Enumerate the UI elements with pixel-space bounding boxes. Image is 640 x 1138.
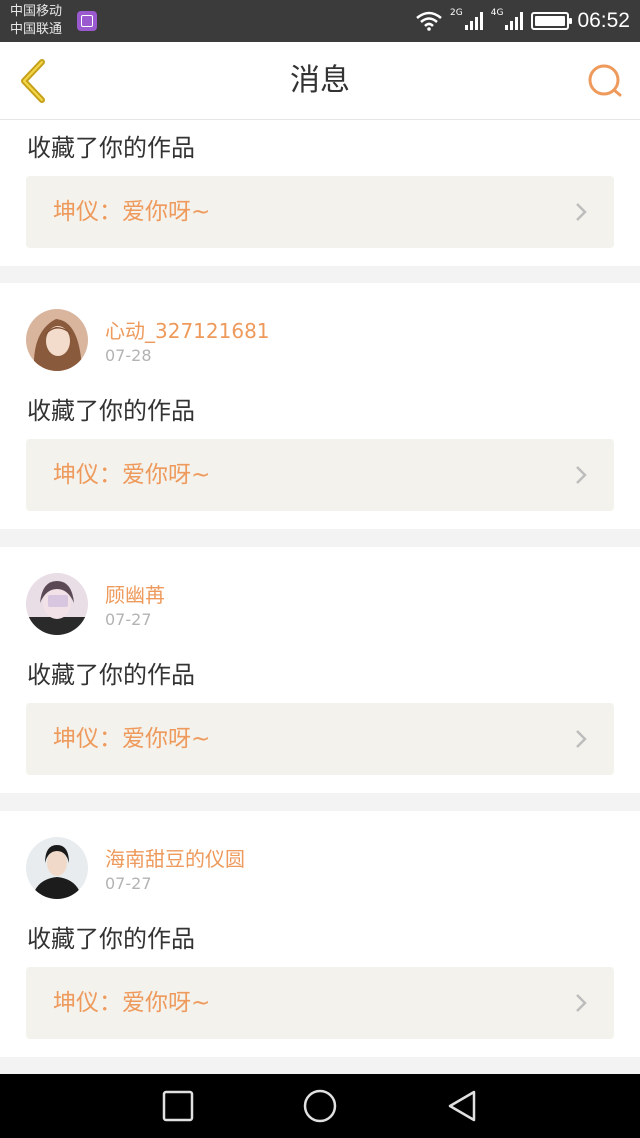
quoted-work[interactable]: 坤仪：爱你呀~ — [26, 439, 614, 511]
message-list[interactable]: 收藏了你的作品 坤仪：爱你呀~ 心动_327121681 07-28 收藏了你的… — [0, 120, 640, 1074]
quoted-work-text: 坤仪：爱你呀~ — [53, 199, 211, 225]
carrier-labels: 中国移动 中国联通 — [10, 3, 62, 39]
carrier-1: 中国移动 — [10, 4, 63, 19]
battery-icon — [531, 12, 573, 30]
network-type-1: 2G — [450, 8, 463, 18]
system-nav-bar — [0, 1074, 640, 1138]
message-date: 07-27 — [105, 874, 152, 893]
signal-icon-1 — [464, 12, 483, 30]
message-date: 07-28 — [105, 346, 152, 365]
message-date: 07-27 — [105, 610, 152, 629]
quoted-work[interactable]: 坤仪：爱你呀~ — [26, 967, 614, 1039]
chevron-right-icon — [576, 730, 587, 748]
triangle-back-icon — [448, 1090, 476, 1122]
status-bar: 中国移动 中国联通 2G 4G 06:52 — [0, 0, 640, 42]
message-card: 顾幽苒 07-27 收藏了你的作品 坤仪：爱你呀~ — [0, 547, 640, 793]
message-action: 收藏了你的作品 — [27, 925, 195, 953]
quoted-work-text: 坤仪：爱你呀~ — [53, 990, 211, 1016]
search-button[interactable] — [584, 60, 626, 102]
message-card: 海南甜豆的仪圆 07-27 收藏了你的作品 坤仪：爱你呀~ — [0, 811, 640, 1057]
square-icon — [162, 1090, 194, 1122]
username[interactable]: 海南甜豆的仪圆 — [105, 843, 245, 872]
signal-icon-2 — [505, 12, 524, 30]
quoted-work[interactable]: 坤仪：爱你呀~ — [26, 703, 614, 775]
gallery-notification-icon — [77, 11, 97, 31]
page-title: 消息 — [290, 63, 350, 98]
avatar[interactable] — [26, 573, 88, 635]
status-icons: 2G 4G 06:52 — [416, 0, 630, 42]
quoted-work-text: 坤仪：爱你呀~ — [53, 462, 211, 488]
avatar[interactable] — [26, 309, 88, 371]
quoted-work-text: 坤仪：爱你呀~ — [53, 726, 211, 752]
circle-icon — [303, 1089, 337, 1123]
username[interactable]: 心动_327121681 — [105, 315, 270, 344]
avatar[interactable] — [26, 837, 88, 899]
status-time: 06:52 — [577, 9, 630, 32]
app-header: 消息 — [0, 42, 640, 120]
chevron-right-icon — [576, 203, 587, 221]
recents-button[interactable] — [160, 1088, 196, 1124]
network-type-2: 4G — [490, 8, 504, 18]
wifi-icon — [416, 11, 442, 31]
message-card: 收藏了你的作品 坤仪：爱你呀~ — [0, 120, 640, 266]
nav-back-button[interactable] — [444, 1088, 480, 1124]
message-card: 心动_327121681 07-28 收藏了你的作品 坤仪：爱你呀~ — [0, 283, 640, 529]
message-action: 收藏了你的作品 — [27, 661, 195, 689]
chevron-right-icon — [576, 466, 587, 484]
quoted-work[interactable]: 坤仪：爱你呀~ — [26, 176, 614, 248]
chevron-right-icon — [576, 994, 587, 1012]
username[interactable]: 顾幽苒 — [105, 579, 165, 608]
search-icon — [588, 64, 622, 97]
home-button[interactable] — [302, 1088, 338, 1124]
carrier-2: 中国联通 — [10, 22, 63, 37]
message-action: 收藏了你的作品 — [27, 134, 195, 162]
message-action: 收藏了你的作品 — [27, 397, 195, 425]
